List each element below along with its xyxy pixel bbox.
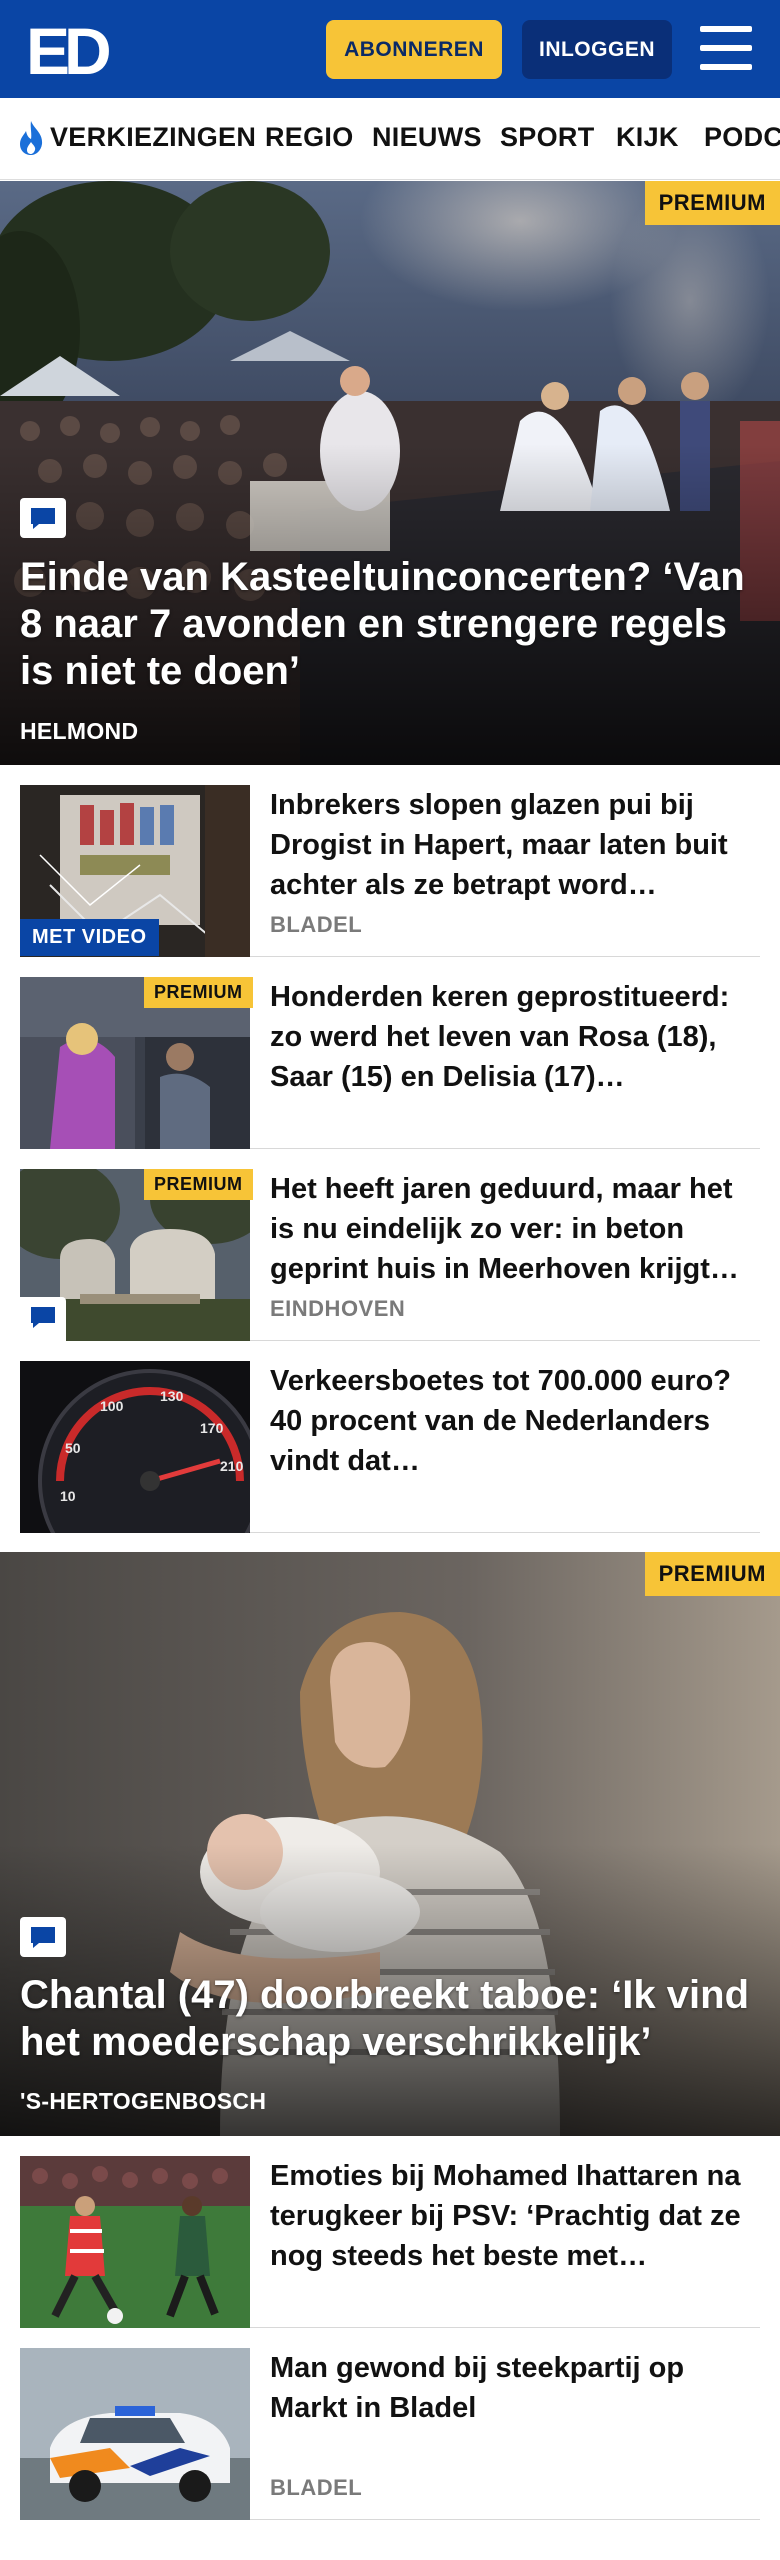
article-location: EINDHOVEN xyxy=(270,1296,406,1321)
flame-icon xyxy=(20,121,43,155)
premium-badge: PREMIUM xyxy=(144,1169,253,1200)
article-title[interactable]: Man gewond bij steekpartij op Markt in B… xyxy=(270,2348,760,2428)
article-thumbnail: 10 50 100 130 170 210 xyxy=(20,1361,250,1533)
nav-item-verkiezingen[interactable]: VERKIEZINGEN xyxy=(50,122,256,153)
svg-text:50: 50 xyxy=(65,1440,81,1456)
list-item[interactable]: PREMIUM Het heeft jaren geduurd, maar he… xyxy=(20,1169,760,1341)
login-button[interactable]: INLOGGEN xyxy=(522,20,672,79)
article-title[interactable]: Emoties bij Mohamed Ihattaren na terugke… xyxy=(270,2156,760,2276)
subscribe-button[interactable]: ABONNEREN xyxy=(326,20,502,79)
hero-article-concert[interactable]: PREMIUM Einde van Kasteeltuinconcerten? … xyxy=(0,181,780,765)
comment-icon xyxy=(20,498,66,538)
hero-location: 'S-HERTOGENBOSCH xyxy=(20,2088,267,2114)
nav-item-regio[interactable]: REGIO xyxy=(265,122,354,153)
ed-logo[interactable]: ED xyxy=(26,14,116,88)
comment-icon xyxy=(20,1917,66,1957)
article-location: BLADEL xyxy=(270,912,363,937)
menu-icon[interactable] xyxy=(700,26,752,70)
list-item[interactable]: PREMIUM Honderden keren geprostitueerd: … xyxy=(20,977,760,1149)
hero-article-motherhood[interactable]: PREMIUM Chantal (47) doorbreekt taboe: ‘… xyxy=(0,1552,780,2136)
logo-text: ED xyxy=(26,18,109,82)
svg-text:130: 130 xyxy=(160,1388,184,1404)
hero-location: HELMOND xyxy=(20,718,139,744)
article-title[interactable]: Het heeft jaren geduurd, maar het is nu … xyxy=(270,1169,760,1289)
article-thumbnail xyxy=(20,2156,250,2328)
article-thumbnail xyxy=(20,2348,250,2520)
comment-icon xyxy=(20,1297,66,1341)
list-item[interactable]: Emoties bij Mohamed Ihattaren na terugke… xyxy=(20,2156,760,2328)
list-item[interactable]: Man gewond bij steekpartij op Markt in B… xyxy=(20,2348,760,2520)
list-item[interactable]: MET VIDEO Inbrekers slopen glazen pui bi… xyxy=(20,785,760,957)
top-bar: ED ABONNEREN INLOGGEN xyxy=(0,0,780,98)
svg-text:170: 170 xyxy=(200,1420,224,1436)
list-item[interactable]: 10 50 100 130 170 210 Verkeersboetes tot 700… xyxy=(20,1361,760,1533)
section-nav: VERKIEZINGEN REGIO NIEUWS SPORT KIJK POD… xyxy=(0,98,780,180)
svg-text:100: 100 xyxy=(100,1398,124,1414)
nav-item-nieuws[interactable]: NIEUWS xyxy=(372,122,482,153)
nav-item-sport[interactable]: SPORT xyxy=(500,122,595,153)
premium-badge: PREMIUM xyxy=(644,181,780,225)
nav-item-podcasts[interactable]: PODC xyxy=(704,122,780,153)
svg-text:210: 210 xyxy=(220,1458,244,1474)
article-title[interactable]: Honderden keren geprostitueerd: zo werd … xyxy=(270,977,760,1097)
video-badge: MET VIDEO xyxy=(20,919,159,956)
hero-title[interactable]: Chantal (47) doorbreekt taboe: ‘Ik vind … xyxy=(20,1972,760,2066)
article-location: BLADEL xyxy=(270,2475,363,2500)
article-title[interactable]: Inbrekers slopen glazen pui bij Drogist … xyxy=(270,785,760,905)
article-title[interactable]: Verkeersboetes tot 700.000 euro? 40 proc… xyxy=(270,1361,760,1481)
nav-item-kijk[interactable]: KIJK xyxy=(616,122,679,153)
hero-title[interactable]: Einde van Kasteeltuinconcerten? ‘Van 8 n… xyxy=(20,554,760,695)
premium-badge: PREMIUM xyxy=(144,977,253,1008)
premium-badge: PREMIUM xyxy=(644,1552,780,1596)
svg-text:10: 10 xyxy=(60,1488,76,1504)
